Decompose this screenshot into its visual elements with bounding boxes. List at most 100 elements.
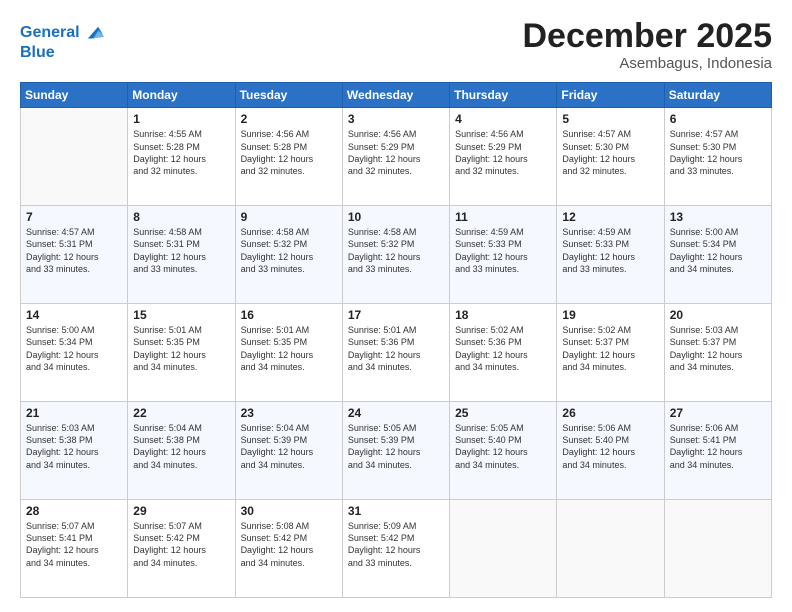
day-number: 3 bbox=[348, 112, 444, 126]
day-info: Sunrise: 5:07 AM Sunset: 5:42 PM Dayligh… bbox=[133, 520, 229, 569]
day-number: 29 bbox=[133, 504, 229, 518]
calendar-cell: 8Sunrise: 4:58 AM Sunset: 5:31 PM Daylig… bbox=[128, 206, 235, 304]
logo: General Blue bbox=[20, 22, 104, 62]
day-info: Sunrise: 4:57 AM Sunset: 5:30 PM Dayligh… bbox=[670, 128, 766, 177]
day-info: Sunrise: 5:00 AM Sunset: 5:34 PM Dayligh… bbox=[26, 324, 122, 373]
day-number: 25 bbox=[455, 406, 551, 420]
day-number: 26 bbox=[562, 406, 658, 420]
day-number: 12 bbox=[562, 210, 658, 224]
day-number: 13 bbox=[670, 210, 766, 224]
day-info: Sunrise: 5:01 AM Sunset: 5:35 PM Dayligh… bbox=[241, 324, 337, 373]
calendar-table: SundayMondayTuesdayWednesdayThursdayFrid… bbox=[20, 82, 772, 598]
day-number: 22 bbox=[133, 406, 229, 420]
calendar-cell bbox=[450, 500, 557, 598]
day-info: Sunrise: 4:58 AM Sunset: 5:32 PM Dayligh… bbox=[348, 226, 444, 275]
day-number: 2 bbox=[241, 112, 337, 126]
calendar-cell: 15 Sunrise: 5:01 AM Sunset: 5:35 PM Dayli… bbox=[128, 304, 235, 402]
day-info: Sunrise: 4:56 AM Sunset: 5:28 PM Dayligh… bbox=[241, 128, 337, 177]
calendar-cell: 31 Sunrise: 5:09 AM Sunset: 5:42 PM Dayli… bbox=[342, 500, 449, 598]
calendar-cell: 18 Sunrise: 5:02 AM Sunset: 5:36 PM Dayli… bbox=[450, 304, 557, 402]
day-info: Sunrise: 5:03 AM Sunset: 5:37 PM Dayligh… bbox=[670, 324, 766, 373]
day-info: Sunrise: 5:05 AM Sunset: 5:39 PM Dayligh… bbox=[348, 422, 444, 471]
weekday-header-row: SundayMondayTuesdayWednesdayThursdayFrid… bbox=[21, 83, 772, 108]
day-info: Sunrise: 5:02 AM Sunset: 5:36 PM Dayligh… bbox=[455, 324, 551, 373]
calendar-cell: 25 Sunrise: 5:05 AM Sunset: 5:40 PM Dayli… bbox=[450, 402, 557, 500]
day-number: 11 bbox=[455, 210, 551, 224]
calendar-cell: 29 Sunrise: 5:07 AM Sunset: 5:42 PM Dayli… bbox=[128, 500, 235, 598]
day-info: Sunrise: 4:59 AM Sunset: 5:33 PM Dayligh… bbox=[562, 226, 658, 275]
day-info: Sunrise: 4:59 AM Sunset: 5:33 PM Dayligh… bbox=[455, 226, 551, 275]
day-info: Sunrise: 5:04 AM Sunset: 5:39 PM Dayligh… bbox=[241, 422, 337, 471]
day-number: 20 bbox=[670, 308, 766, 322]
location: Asembagus, Indonesia bbox=[522, 55, 772, 72]
day-number: 1 bbox=[133, 112, 229, 126]
day-number: 8 bbox=[133, 210, 229, 224]
calendar-week-row: 28Sunrise: 5:07 AM Sunset: 5:41 PM Dayli… bbox=[21, 500, 772, 598]
day-info: Sunrise: 4:55 AM Sunset: 5:28 PM Dayligh… bbox=[133, 128, 229, 177]
day-number: 6 bbox=[670, 112, 766, 126]
day-info: Sunrise: 5:01 AM Sunset: 5:35 PM Dayligh… bbox=[133, 324, 229, 373]
day-number: 31 bbox=[348, 504, 444, 518]
calendar-cell: 17Sunrise: 5:01 AM Sunset: 5:36 PM Dayli… bbox=[342, 304, 449, 402]
day-number: 30 bbox=[241, 504, 337, 518]
page: General Blue December 2025 Asembagus, In… bbox=[0, 0, 792, 612]
calendar-cell bbox=[557, 500, 664, 598]
day-number: 9 bbox=[241, 210, 337, 224]
calendar-cell: 11 Sunrise: 4:59 AM Sunset: 5:33 PM Dayli… bbox=[450, 206, 557, 304]
day-number: 17 bbox=[348, 308, 444, 322]
calendar-cell: 2 Sunrise: 4:56 AM Sunset: 5:28 PM Daylig… bbox=[235, 108, 342, 206]
weekday-header-thursday: Thursday bbox=[450, 83, 557, 108]
day-info: Sunrise: 5:02 AM Sunset: 5:37 PM Dayligh… bbox=[562, 324, 658, 373]
day-info: Sunrise: 4:57 AM Sunset: 5:31 PM Dayligh… bbox=[26, 226, 122, 275]
calendar-cell: 1 Sunrise: 4:55 AM Sunset: 5:28 PM Daylig… bbox=[128, 108, 235, 206]
day-number: 24 bbox=[348, 406, 444, 420]
calendar-cell: 10 Sunrise: 4:58 AM Sunset: 5:32 PM Dayli… bbox=[342, 206, 449, 304]
weekday-header-friday: Friday bbox=[557, 83, 664, 108]
day-info: Sunrise: 5:09 AM Sunset: 5:42 PM Dayligh… bbox=[348, 520, 444, 569]
day-number: 16 bbox=[241, 308, 337, 322]
calendar-cell: 6 Sunrise: 4:57 AM Sunset: 5:30 PM Daylig… bbox=[664, 108, 771, 206]
day-number: 4 bbox=[455, 112, 551, 126]
day-number: 5 bbox=[562, 112, 658, 126]
calendar-cell: 20 Sunrise: 5:03 AM Sunset: 5:37 PM Dayli… bbox=[664, 304, 771, 402]
day-info: Sunrise: 5:05 AM Sunset: 5:40 PM Dayligh… bbox=[455, 422, 551, 471]
calendar-cell: 9Sunrise: 4:58 AM Sunset: 5:32 PM Daylig… bbox=[235, 206, 342, 304]
logo-text2: Blue bbox=[20, 44, 104, 62]
calendar-cell: 26 Sunrise: 5:06 AM Sunset: 5:40 PM Dayli… bbox=[557, 402, 664, 500]
day-number: 18 bbox=[455, 308, 551, 322]
day-info: Sunrise: 4:56 AM Sunset: 5:29 PM Dayligh… bbox=[455, 128, 551, 177]
day-info: Sunrise: 5:00 AM Sunset: 5:34 PM Dayligh… bbox=[670, 226, 766, 275]
weekday-header-tuesday: Tuesday bbox=[235, 83, 342, 108]
calendar-week-row: 1 Sunrise: 4:55 AM Sunset: 5:28 PM Daylig… bbox=[21, 108, 772, 206]
calendar-cell: 27Sunrise: 5:06 AM Sunset: 5:41 PM Dayli… bbox=[664, 402, 771, 500]
logo-text: General bbox=[20, 24, 80, 42]
day-number: 19 bbox=[562, 308, 658, 322]
weekday-header-monday: Monday bbox=[128, 83, 235, 108]
day-info: Sunrise: 5:04 AM Sunset: 5:38 PM Dayligh… bbox=[133, 422, 229, 471]
day-info: Sunrise: 5:08 AM Sunset: 5:42 PM Dayligh… bbox=[241, 520, 337, 569]
calendar-cell: 13 Sunrise: 5:00 AM Sunset: 5:34 PM Dayli… bbox=[664, 206, 771, 304]
day-number: 21 bbox=[26, 406, 122, 420]
calendar-cell: 4 Sunrise: 4:56 AM Sunset: 5:29 PM Daylig… bbox=[450, 108, 557, 206]
header: General Blue December 2025 Asembagus, In… bbox=[20, 18, 772, 72]
weekday-header-saturday: Saturday bbox=[664, 83, 771, 108]
day-number: 15 bbox=[133, 308, 229, 322]
day-info: Sunrise: 4:57 AM Sunset: 5:30 PM Dayligh… bbox=[562, 128, 658, 177]
calendar-cell: 22 Sunrise: 5:04 AM Sunset: 5:38 PM Dayli… bbox=[128, 402, 235, 500]
day-number: 27 bbox=[670, 406, 766, 420]
day-number: 7 bbox=[26, 210, 122, 224]
calendar-week-row: 21Sunrise: 5:03 AM Sunset: 5:38 PM Dayli… bbox=[21, 402, 772, 500]
day-info: Sunrise: 5:07 AM Sunset: 5:41 PM Dayligh… bbox=[26, 520, 122, 569]
calendar-cell: 24 Sunrise: 5:05 AM Sunset: 5:39 PM Dayli… bbox=[342, 402, 449, 500]
weekday-header-sunday: Sunday bbox=[21, 83, 128, 108]
day-number: 23 bbox=[241, 406, 337, 420]
day-info: Sunrise: 4:56 AM Sunset: 5:29 PM Dayligh… bbox=[348, 128, 444, 177]
calendar-cell: 19 Sunrise: 5:02 AM Sunset: 5:37 PM Dayli… bbox=[557, 304, 664, 402]
weekday-header-wednesday: Wednesday bbox=[342, 83, 449, 108]
day-info: Sunrise: 5:06 AM Sunset: 5:40 PM Dayligh… bbox=[562, 422, 658, 471]
calendar-cell: 16 Sunrise: 5:01 AM Sunset: 5:35 PM Dayli… bbox=[235, 304, 342, 402]
day-number: 10 bbox=[348, 210, 444, 224]
calendar-cell: 28Sunrise: 5:07 AM Sunset: 5:41 PM Dayli… bbox=[21, 500, 128, 598]
calendar-cell bbox=[664, 500, 771, 598]
title-block: December 2025 Asembagus, Indonesia bbox=[522, 18, 772, 72]
